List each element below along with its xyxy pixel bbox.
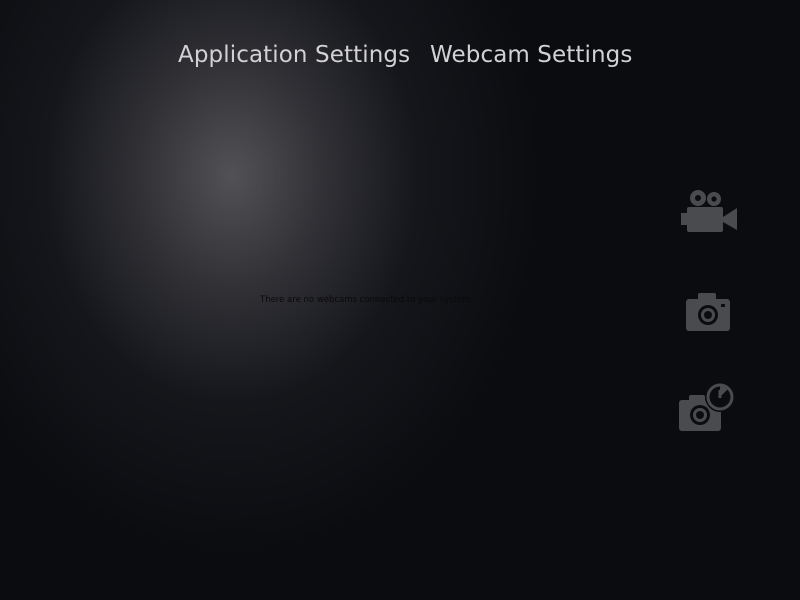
take-photo-button[interactable]	[676, 284, 740, 340]
webcam-settings-link[interactable]: Webcam Settings	[430, 42, 632, 68]
application-settings-link[interactable]: Application Settings	[178, 42, 410, 68]
camera-timer-icon	[677, 380, 739, 432]
timed-photo-button[interactable]	[676, 378, 740, 434]
video-camera-icon	[679, 188, 737, 236]
top-nav: Application Settings Webcam Settings	[0, 42, 800, 82]
record-video-button[interactable]	[676, 184, 740, 240]
no-webcam-message: There are no webcams connected to your s…	[260, 295, 474, 305]
camera-icon	[684, 292, 732, 332]
